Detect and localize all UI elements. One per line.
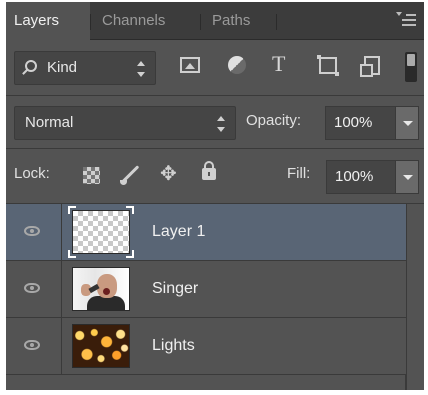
search-icon bbox=[25, 60, 37, 72]
tab-divider bbox=[90, 14, 91, 30]
lock-transparent-pixels-icon[interactable] bbox=[83, 167, 100, 184]
layer-row-singer[interactable]: Singer bbox=[6, 261, 406, 318]
lock-position-move-icon[interactable]: ✥ bbox=[160, 161, 177, 186]
layer-name[interactable]: Layer 1 bbox=[152, 223, 205, 241]
tab-divider bbox=[276, 14, 277, 30]
adjustment-layer-filter-icon[interactable] bbox=[228, 56, 246, 74]
layer-thumbnail-transparent bbox=[68, 206, 134, 258]
lock-row: Lock: ✥ Fill: 100% bbox=[6, 149, 424, 204]
tab-paths[interactable]: Paths bbox=[212, 2, 250, 40]
opacity-dropdown-button[interactable] bbox=[395, 106, 419, 140]
filter-toggle-switch[interactable] bbox=[405, 52, 417, 82]
filter-kind-select[interactable]: Kind bbox=[14, 51, 156, 85]
lock-all-padlock-icon[interactable] bbox=[202, 161, 216, 180]
filter-kind-label: Kind bbox=[47, 59, 78, 76]
layer-name[interactable]: Lights bbox=[152, 337, 195, 355]
tab-divider bbox=[200, 14, 201, 30]
stepper-arrows-icon bbox=[137, 61, 145, 77]
visibility-cell[interactable] bbox=[6, 318, 62, 375]
layers-scrollbar-track[interactable] bbox=[406, 204, 424, 390]
visibility-cell[interactable] bbox=[6, 204, 62, 261]
fill-input[interactable]: 100% bbox=[326, 160, 395, 194]
blend-mode-select[interactable]: Normal bbox=[14, 106, 236, 140]
stepper-arrows-icon bbox=[217, 116, 225, 132]
shape-layer-filter-icon[interactable] bbox=[317, 55, 339, 76]
layers-list: Layer 1 Singer Lights bbox=[6, 204, 424, 390]
layer-row-layer-1[interactable]: Layer 1 bbox=[6, 204, 406, 261]
fill-dropdown-button[interactable] bbox=[395, 160, 419, 194]
layer-name[interactable]: Singer bbox=[152, 280, 198, 298]
panel-tab-bar: Layers Channels Paths bbox=[6, 2, 424, 40]
layers-panel: Layers Channels Paths Kind T Normal Opac… bbox=[6, 2, 424, 390]
layers-list-empty-area bbox=[6, 375, 406, 390]
opacity-label: Opacity: bbox=[246, 112, 302, 129]
blend-row: Normal Opacity: 100% bbox=[6, 96, 424, 149]
eye-icon[interactable] bbox=[24, 226, 40, 236]
eye-icon[interactable] bbox=[24, 283, 40, 293]
fill-label: Fill: bbox=[287, 165, 311, 182]
opacity-input[interactable]: 100% bbox=[325, 106, 395, 140]
lock-label: Lock: bbox=[14, 165, 50, 182]
blend-mode-value: Normal bbox=[25, 114, 74, 131]
eye-icon[interactable] bbox=[24, 340, 40, 350]
tab-layers[interactable]: Layers bbox=[6, 2, 90, 40]
visibility-cell[interactable] bbox=[6, 261, 62, 318]
type-layer-filter-icon[interactable]: T bbox=[272, 51, 285, 77]
smart-object-filter-icon[interactable] bbox=[360, 56, 380, 77]
layer-row-lights[interactable]: Lights bbox=[6, 318, 406, 375]
pixel-layer-filter-icon[interactable] bbox=[180, 57, 200, 73]
lock-image-pixels-brush-icon[interactable] bbox=[120, 165, 140, 185]
filter-row: Kind T bbox=[6, 40, 424, 96]
layer-thumbnail-singer-photo bbox=[72, 267, 130, 311]
layer-thumbnail-lights-photo bbox=[72, 324, 130, 368]
panel-menu-icon[interactable] bbox=[396, 12, 416, 28]
tab-channels[interactable]: Channels bbox=[102, 2, 165, 40]
